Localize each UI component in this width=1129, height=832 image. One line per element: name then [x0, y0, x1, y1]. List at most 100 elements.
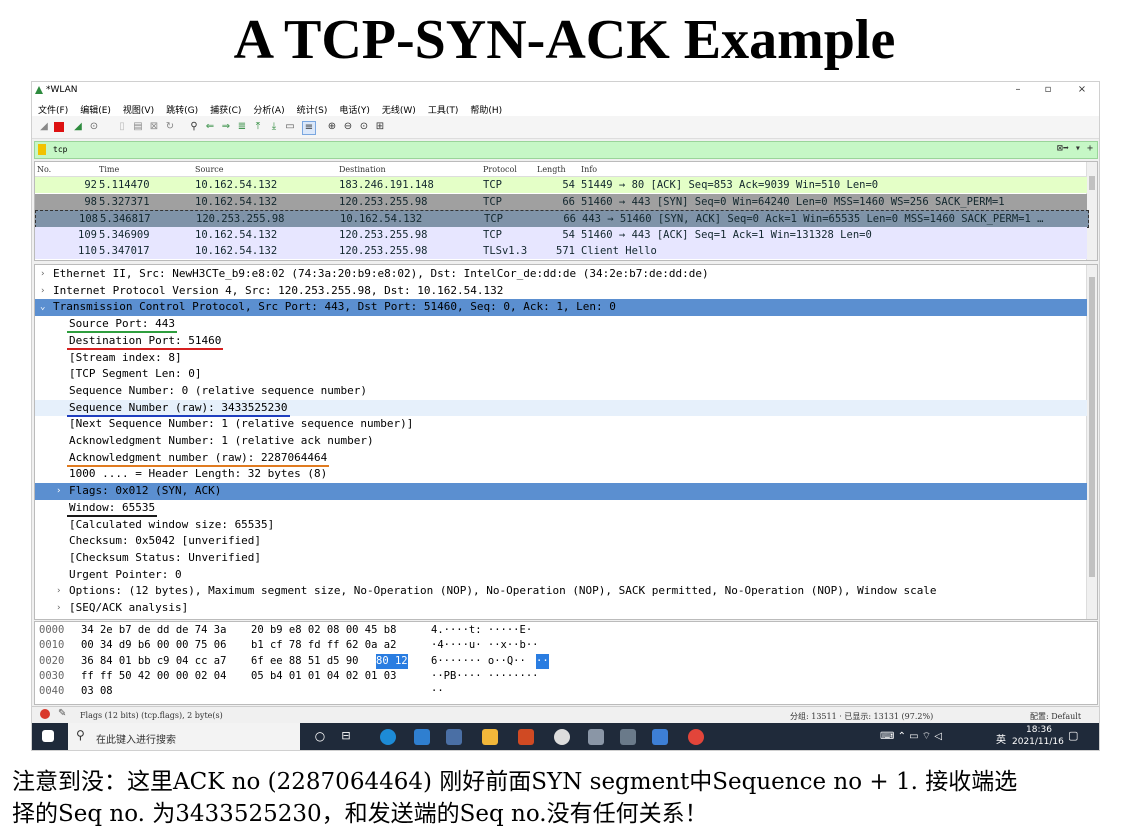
- menu-item[interactable]: 视图(V): [117, 100, 160, 116]
- detail-row[interactable]: Source Port: 443: [35, 316, 1087, 334]
- detail-row[interactable]: [Stream index: 8]: [35, 350, 1087, 367]
- restart-capture-icon[interactable]: ◢: [72, 121, 84, 133]
- mail-icon[interactable]: [414, 729, 430, 745]
- column-header[interactable]: Destination: [339, 165, 386, 174]
- maximize-button[interactable]: ▫: [1038, 84, 1058, 95]
- menu-item[interactable]: 工具(T): [422, 100, 465, 116]
- clock-time[interactable]: 18:36: [1026, 725, 1052, 735]
- reload-icon[interactable]: ↻: [164, 121, 176, 133]
- column-header[interactable]: Source: [195, 165, 224, 174]
- open-file-icon[interactable]: ▯: [116, 121, 128, 133]
- bookmark-icon[interactable]: [38, 144, 46, 155]
- calculator-icon[interactable]: [588, 729, 604, 745]
- menu-item[interactable]: 分析(A): [247, 100, 290, 116]
- taskbar-search[interactable]: ⚲ 在此键入进行搜索: [68, 723, 300, 750]
- menu-item[interactable]: 捕获(C): [204, 100, 247, 116]
- column-header[interactable]: Time: [99, 165, 119, 174]
- display-filter-bar[interactable]: tcp ⊠➡ ▾ +: [34, 141, 1098, 159]
- store-icon[interactable]: [446, 729, 462, 745]
- detail-row[interactable]: [Calculated window size: 65535]: [35, 517, 1087, 534]
- display-filter-input[interactable]: tcp: [53, 145, 67, 154]
- tool-app-icon[interactable]: [620, 729, 636, 745]
- detail-row[interactable]: 1000 .... = Header Length: 32 bytes (8): [35, 466, 1087, 483]
- edge-browser-icon[interactable]: [380, 729, 396, 745]
- chrome-icon[interactable]: [688, 729, 704, 745]
- stop-capture-icon[interactable]: [54, 122, 64, 132]
- expert-info-icon[interactable]: [40, 709, 50, 719]
- minimize-button[interactable]: –: [1008, 84, 1028, 95]
- save-file-icon[interactable]: ▤: [132, 121, 144, 133]
- zoom-reset-icon[interactable]: ⊙: [358, 121, 370, 133]
- filter-apply-icon[interactable]: ⊠➡ ▾ +: [1057, 143, 1093, 154]
- detail-row[interactable]: Sequence Number (raw): 3433525230: [35, 399, 1087, 417]
- widgets-icon[interactable]: ⊟: [338, 729, 354, 745]
- notification-icon[interactable]: ▢: [1068, 729, 1078, 742]
- column-header[interactable]: No.: [37, 165, 51, 174]
- packet-row[interactable]: 92 5.114470 10.162.54.132 183.246.191.148 TC…: [35, 177, 1087, 193]
- detail-row[interactable]: › Internet Protocol Version 4, Src: 120.2…: [35, 283, 1087, 300]
- menu-item[interactable]: 文件(F): [32, 100, 74, 116]
- detail-row[interactable]: Checksum: 0x5042 [unverified]: [35, 533, 1087, 550]
- powerpoint-icon[interactable]: [518, 729, 534, 745]
- detail-row[interactable]: Window: 65535: [35, 500, 1087, 517]
- edit-comment-icon[interactable]: ✎: [58, 708, 66, 719]
- collapsed-arrow-icon[interactable]: ›: [40, 266, 45, 283]
- autoscroll-icon[interactable]: ▭: [284, 121, 296, 133]
- detail-row[interactable]: Acknowledgment number (raw): 2287064464: [35, 450, 1087, 467]
- go-forward-icon[interactable]: ⇒: [220, 121, 232, 133]
- menu-item[interactable]: 编辑(E): [74, 100, 117, 116]
- last-packet-icon[interactable]: ⤓: [268, 121, 280, 133]
- task-view-icon[interactable]: ○: [312, 729, 328, 745]
- resize-columns-icon[interactable]: ⊞: [374, 121, 386, 133]
- menu-item[interactable]: 电话(Y): [333, 100, 376, 116]
- menu-item[interactable]: 统计(S): [291, 100, 334, 116]
- clock-date[interactable]: 2021/11/16: [1012, 737, 1064, 747]
- clock-app-icon[interactable]: [554, 729, 570, 745]
- packet-row[interactable]: 98 5.327371 10.162.54.132 120.253.255.98 TCP…: [35, 193, 1087, 210]
- menu-item[interactable]: 帮助(H): [464, 100, 508, 116]
- wireshark-taskbar-icon[interactable]: [652, 729, 668, 745]
- status-profile[interactable]: 配置: Default: [1030, 711, 1081, 722]
- detail-row[interactable]: › Options: (12 bytes), Maximum segment si…: [35, 583, 1087, 600]
- close-button[interactable]: ×: [1072, 84, 1092, 95]
- details-scrollbar[interactable]: [1086, 265, 1097, 619]
- collapsed-arrow-icon[interactable]: ›: [56, 583, 61, 600]
- collapsed-arrow-icon[interactable]: ›: [40, 283, 45, 300]
- tray-icons[interactable]: ⌨ ⌃ ▭ ⌔ ◁: [880, 730, 942, 743]
- detail-row[interactable]: [TCP Segment Len: 0]: [35, 366, 1087, 383]
- menu-item[interactable]: 跳转(G): [160, 100, 204, 116]
- detail-row[interactable]: [Checksum Status: Unverified]: [35, 550, 1087, 567]
- collapsed-arrow-icon[interactable]: ›: [56, 483, 61, 500]
- start-capture-icon[interactable]: ◢: [38, 121, 50, 133]
- expanded-arrow-icon[interactable]: ⌄: [40, 299, 45, 316]
- windows-start-icon[interactable]: [42, 730, 54, 742]
- capture-options-icon[interactable]: ⊙: [88, 121, 100, 133]
- packet-row[interactable]: 110 5.347017 10.162.54.132 120.253.255.98 TL…: [35, 243, 1087, 260]
- detail-row[interactable]: › Ethernet II, Src: NewH3CTe_b9:e8:02 (74…: [35, 266, 1087, 283]
- detail-row[interactable]: › [SEQ/ACK analysis]: [35, 600, 1087, 617]
- zoom-in-icon[interactable]: ⊕: [326, 121, 338, 133]
- first-packet-icon[interactable]: ⤒: [252, 121, 264, 133]
- go-back-icon[interactable]: ⇐: [204, 121, 216, 133]
- detail-row[interactable]: Urgent Pointer: 0: [35, 567, 1087, 584]
- file-explorer-icon[interactable]: [482, 729, 498, 745]
- input-language[interactable]: 英: [996, 731, 1006, 746]
- detail-row[interactable]: Acknowledgment Number: 1 (relative ack n…: [35, 433, 1087, 450]
- detail-row[interactable]: ⌄ Transmission Control Protocol, Src Port…: [35, 299, 1087, 317]
- menu-item[interactable]: 无线(W): [376, 100, 422, 116]
- collapsed-arrow-icon[interactable]: ›: [56, 600, 61, 617]
- close-file-icon[interactable]: ⊠: [148, 121, 160, 133]
- detail-row[interactable]: [Next Sequence Number: 1 (relative seque…: [35, 416, 1087, 433]
- find-packet-icon[interactable]: ⚲: [188, 121, 200, 133]
- detail-row[interactable]: Sequence Number: 0 (relative sequence nu…: [35, 383, 1087, 400]
- go-to-packet-icon[interactable]: ≣: [236, 121, 248, 133]
- packet-row[interactable]: 109 5.346909 10.162.54.132 120.253.255.98 TC…: [35, 226, 1087, 243]
- zoom-out-icon[interactable]: ⊖: [342, 121, 354, 133]
- detail-row[interactable]: Destination Port: 51460: [35, 333, 1087, 350]
- packet-row[interactable]: 108 5.346817 120.253.255.98 10.162.54.132 TC…: [35, 210, 1089, 229]
- column-header[interactable]: Length: [537, 165, 566, 174]
- column-header[interactable]: Protocol: [483, 165, 517, 174]
- column-header[interactable]: Info: [581, 165, 597, 174]
- detail-row[interactable]: › Flags: 0x012 (SYN, ACK): [35, 483, 1087, 500]
- colorize-icon[interactable]: ≡: [302, 121, 316, 135]
